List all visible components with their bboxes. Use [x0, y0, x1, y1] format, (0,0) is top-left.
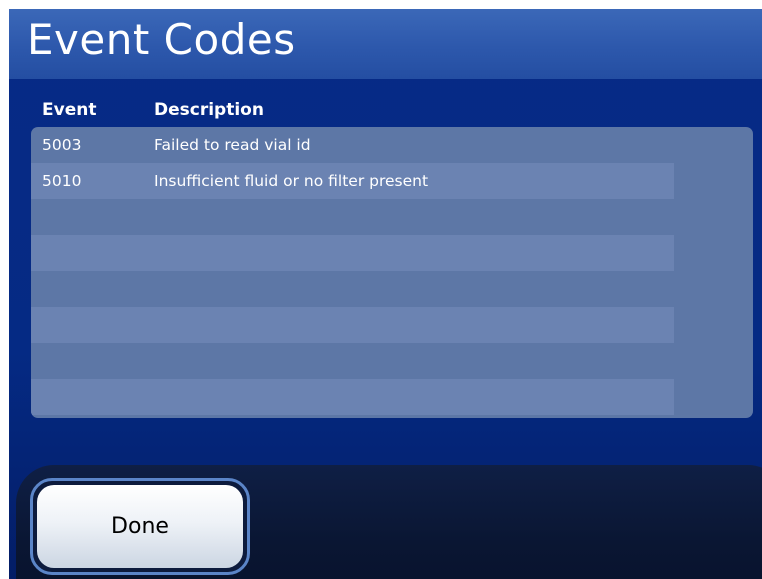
event-codes-table[interactable]: 5003 Failed to read vial id 5010 Insuffi…	[31, 127, 753, 418]
table-row[interactable]: 5010 Insufficient fluid or no filter pre…	[31, 163, 674, 199]
done-button-frame: Done	[30, 478, 250, 575]
page-title: Event Codes	[27, 15, 296, 64]
title-bar: Event Codes	[9, 9, 762, 79]
event-codes-screen: Event Codes Event Description 5003 Faile…	[9, 9, 762, 579]
event-description-cell: Insufficient fluid or no filter present	[154, 172, 429, 190]
table-row[interactable]	[31, 343, 674, 379]
table-row[interactable]	[31, 235, 674, 271]
column-header-description: Description	[154, 100, 264, 120]
event-code-cell: 5010	[42, 172, 82, 190]
event-description-cell: Failed to read vial id	[154, 136, 311, 154]
table-row[interactable]: 5003 Failed to read vial id	[31, 127, 674, 163]
table-row[interactable]	[31, 307, 674, 343]
done-button[interactable]: Done	[37, 485, 243, 568]
table-row[interactable]	[31, 379, 674, 415]
table-row[interactable]	[31, 271, 674, 307]
table-row[interactable]	[31, 199, 674, 235]
event-code-cell: 5003	[42, 136, 82, 154]
column-header-event: Event	[42, 100, 97, 120]
